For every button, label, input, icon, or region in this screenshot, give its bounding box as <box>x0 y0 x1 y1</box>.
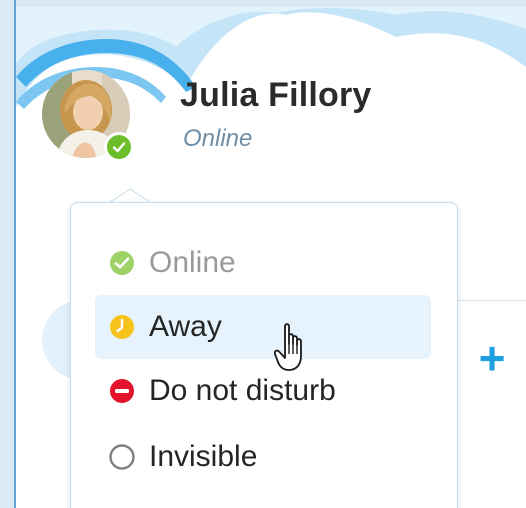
status-option-online[interactable]: Online <box>95 231 431 295</box>
skype-window: Julia Fillory Online + Online Away Do no… <box>0 0 526 508</box>
status-option-label: Invisible <box>149 440 258 473</box>
status-option-label: Away <box>149 310 222 343</box>
add-button[interactable]: + <box>470 335 514 381</box>
online-status-badge <box>104 132 134 162</box>
status-option-label: Do not disturb <box>149 374 336 407</box>
window-frame-left <box>0 0 14 508</box>
hand-cursor-icon <box>274 323 302 371</box>
status-menu: Online Away Do not disturb Invisible <box>70 202 458 508</box>
do-not-disturb-icon <box>110 379 134 403</box>
status-option-invisible[interactable]: Invisible <box>95 425 431 489</box>
profile-status-text[interactable]: Online <box>183 125 252 153</box>
invisible-circle-icon <box>109 444 135 470</box>
check-icon <box>112 142 126 153</box>
profile-name[interactable]: Julia Fillory <box>180 76 372 115</box>
status-option-away[interactable]: Away <box>95 295 431 359</box>
status-option-do-not-disturb[interactable]: Do not disturb <box>95 359 431 423</box>
away-clock-icon <box>110 315 134 339</box>
status-option-label: Online <box>149 246 236 279</box>
window-frame-top <box>0 0 526 7</box>
online-check-icon <box>110 251 134 275</box>
